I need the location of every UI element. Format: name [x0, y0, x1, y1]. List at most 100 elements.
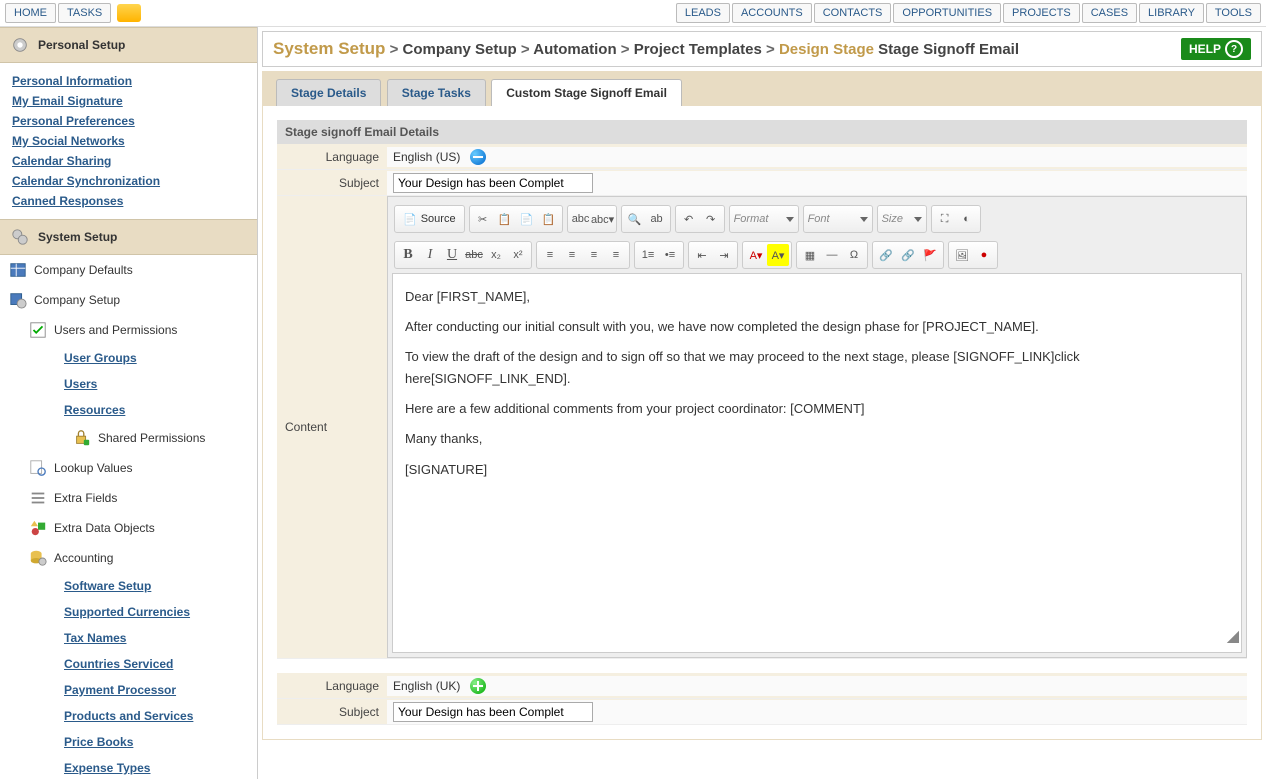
size-combo[interactable]: Size — [877, 205, 927, 233]
nav-library[interactable]: LIBRARY — [1139, 3, 1204, 23]
crumb-design-stage[interactable]: Design Stage — [779, 41, 874, 58]
gear-person-icon — [10, 36, 30, 54]
crumb-company-setup[interactable]: Company Setup — [403, 41, 517, 58]
redo-icon[interactable]: ↷ — [700, 208, 722, 230]
link-social-networks[interactable]: My Social Networks — [12, 131, 245, 151]
tree-users[interactable]: Users — [0, 371, 257, 397]
nav-home[interactable]: HOME — [5, 3, 56, 23]
flash-icon[interactable]: ● — [973, 244, 995, 266]
hr-icon[interactable]: — — [821, 244, 843, 266]
nav-tasks[interactable]: TASKS — [58, 3, 111, 23]
nav-cases[interactable]: CASES — [1082, 3, 1137, 23]
tree-extra-fields[interactable]: Extra Fields — [0, 483, 257, 513]
strike-icon[interactable]: abc — [463, 244, 485, 266]
spellcheck-icon[interactable]: abc — [570, 208, 592, 230]
tab-custom-signoff-email[interactable]: Custom Stage Signoff Email — [491, 79, 682, 106]
image-icon[interactable]: 🖼 — [951, 244, 973, 266]
nav-contacts[interactable]: CONTACTS — [814, 3, 892, 23]
align-center-icon[interactable]: ≡ — [561, 244, 583, 266]
editor-body[interactable]: Dear [FIRST_NAME], After conducting our … — [392, 273, 1242, 653]
personal-setup-header[interactable]: Personal Setup — [0, 27, 257, 63]
tree-resources[interactable]: Resources — [0, 397, 257, 423]
superscript-icon[interactable]: x² — [507, 244, 529, 266]
subject-input-2[interactable] — [393, 702, 593, 722]
tree-lookup-values[interactable]: Lookup Values — [0, 453, 257, 483]
link-software-setup[interactable]: Software Setup — [64, 579, 151, 593]
lines-icon — [28, 489, 48, 507]
align-right-icon[interactable]: ≡ — [583, 244, 605, 266]
nav-leads[interactable]: LEADS — [676, 3, 730, 23]
nav-accounts[interactable]: ACCOUNTS — [732, 3, 812, 23]
copy-icon[interactable]: 📋 — [494, 208, 516, 230]
help-button[interactable]: HELP — [1181, 38, 1251, 60]
link-payment-processor[interactable]: Payment Processor — [64, 683, 176, 697]
undo-icon[interactable]: ↶ — [678, 208, 700, 230]
bullet-list-icon[interactable]: •≡ — [659, 244, 681, 266]
tree-users-permissions[interactable]: Users and Permissions — [0, 315, 257, 345]
crumb-root[interactable]: System Setup — [273, 39, 385, 58]
outdent-icon[interactable]: ⇤ — [691, 244, 713, 266]
link-tax-names[interactable]: Tax Names — [64, 631, 126, 645]
eraser-icon[interactable]: ◐ — [956, 208, 978, 230]
system-setup-header[interactable]: System Setup — [0, 219, 257, 255]
tab-stage-tasks[interactable]: Stage Tasks — [387, 79, 486, 106]
link-email-signature[interactable]: My Email Signature — [12, 91, 245, 111]
tree-shared-permissions[interactable]: Shared Permissions — [0, 423, 257, 453]
align-justify-icon[interactable]: ≡ — [605, 244, 627, 266]
crumb-project-templates[interactable]: Project Templates — [634, 41, 762, 58]
subject-input[interactable] — [393, 173, 593, 193]
spellcheck-toggle-icon[interactable]: abc▾ — [592, 208, 614, 230]
link-expense-types[interactable]: Expense Types — [64, 761, 150, 775]
nav-tools[interactable]: TOOLS — [1206, 3, 1261, 23]
link-countries-serviced[interactable]: Countries Serviced — [64, 657, 173, 671]
tree-company-defaults[interactable]: Company Defaults — [0, 255, 257, 285]
align-left-icon[interactable]: ≡ — [539, 244, 561, 266]
link-icon[interactable]: 🔗 — [875, 244, 897, 266]
numbered-list-icon[interactable]: 1≡ — [637, 244, 659, 266]
source-button[interactable]: 📄 Source — [397, 208, 462, 230]
link-users[interactable]: Users — [64, 377, 97, 391]
text-color-icon[interactable]: A▾ — [745, 244, 767, 266]
remove-language-icon[interactable] — [470, 149, 486, 165]
link-calendar-sharing[interactable]: Calendar Sharing — [12, 151, 245, 171]
link-calendar-sync[interactable]: Calendar Synchronization — [12, 171, 245, 191]
nav-opportunities[interactable]: OPPORTUNITIES — [893, 3, 1001, 23]
tab-stage-details[interactable]: Stage Details — [276, 79, 381, 106]
tree-company-setup[interactable]: Company Setup — [0, 285, 257, 315]
bold-icon[interactable]: B — [397, 244, 419, 266]
link-resources[interactable]: Resources — [64, 403, 125, 417]
maximize-icon[interactable]: ⛶ — [934, 208, 956, 230]
crumb-sep: > — [766, 41, 779, 58]
nav-projects[interactable]: PROJECTS — [1003, 3, 1080, 23]
format-combo[interactable]: Format — [729, 205, 799, 233]
find-icon[interactable]: 🔍 — [624, 208, 646, 230]
indent-icon[interactable]: ⇥ — [713, 244, 735, 266]
expand-corner-icon[interactable]: ◢ — [1225, 621, 1241, 652]
link-canned-responses[interactable]: Canned Responses — [12, 191, 245, 211]
bg-color-icon[interactable]: A▾ — [767, 244, 789, 266]
chat-icon[interactable] — [117, 4, 141, 22]
italic-icon[interactable]: I — [419, 244, 441, 266]
link-supported-currencies[interactable]: Supported Currencies — [64, 605, 190, 619]
special-char-icon[interactable]: Ω — [843, 244, 865, 266]
link-products-services[interactable]: Products and Services — [64, 709, 193, 723]
underline-icon[interactable]: U — [441, 244, 463, 266]
table-icon[interactable]: ▦ — [799, 244, 821, 266]
crumb-automation[interactable]: Automation — [533, 41, 616, 58]
tree-extra-data-objects[interactable]: Extra Data Objects — [0, 513, 257, 543]
cut-icon[interactable]: ✂ — [472, 208, 494, 230]
link-price-books[interactable]: Price Books — [64, 735, 133, 749]
replace-icon[interactable]: ab — [646, 208, 668, 230]
tree-user-groups[interactable]: User Groups — [0, 345, 257, 371]
link-personal-preferences[interactable]: Personal Preferences — [12, 111, 245, 131]
subscript-icon[interactable]: x₂ — [485, 244, 507, 266]
add-language-icon[interactable] — [470, 678, 486, 694]
paste-icon[interactable]: 📄 — [516, 208, 538, 230]
font-combo[interactable]: Font — [803, 205, 873, 233]
unlink-icon[interactable]: 🔗 — [897, 244, 919, 266]
tree-accounting[interactable]: Accounting — [0, 543, 257, 573]
paste-word-icon[interactable]: 📋 — [538, 208, 560, 230]
link-user-groups[interactable]: User Groups — [64, 351, 137, 365]
link-personal-information[interactable]: Personal Information — [12, 71, 245, 91]
anchor-icon[interactable]: 🚩 — [919, 244, 941, 266]
